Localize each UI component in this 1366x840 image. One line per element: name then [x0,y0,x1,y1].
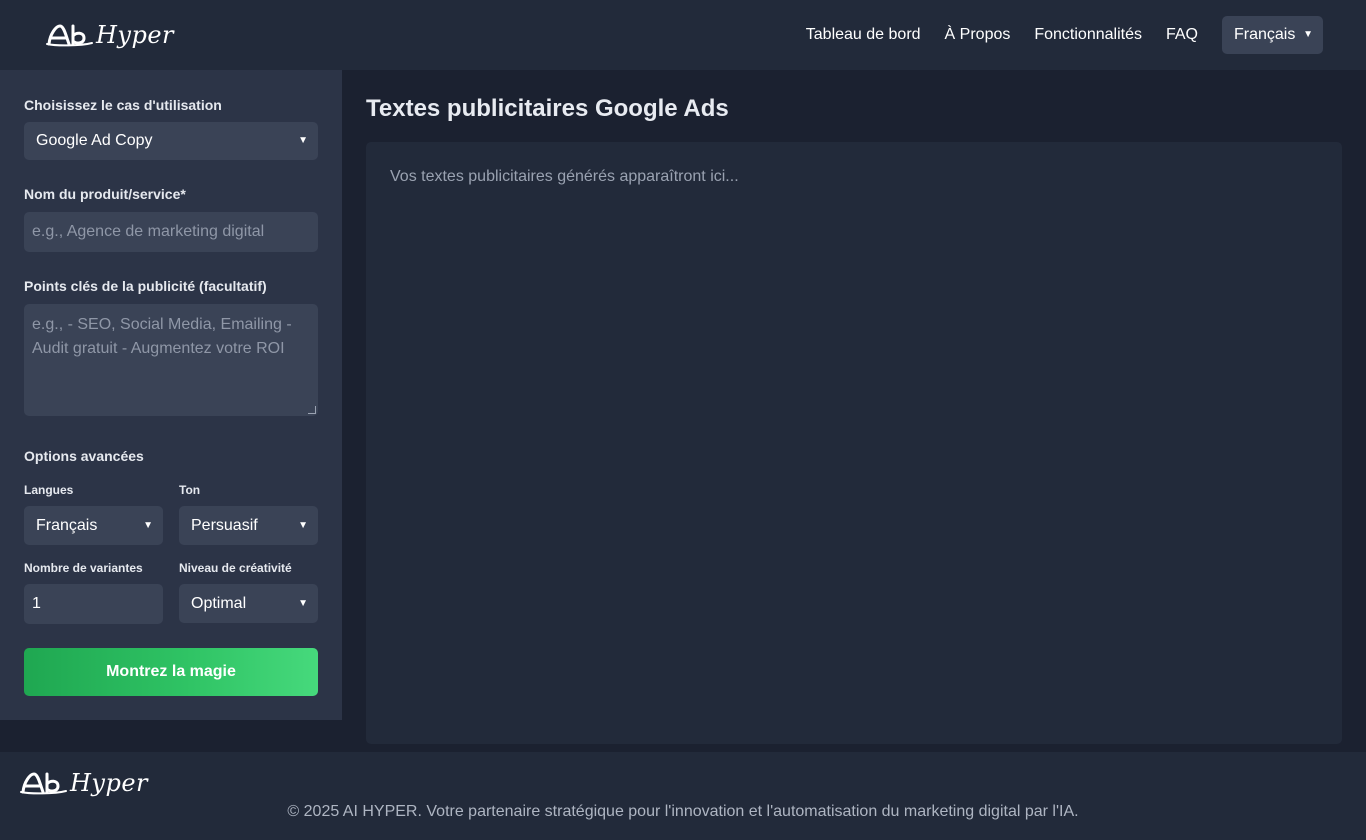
chevron-down-icon: ▼ [298,519,308,531]
footer: Hyper © 2025 AI HYPER. Votre partenaire … [0,752,1366,840]
language-select[interactable]: Français ▼ [1222,16,1323,54]
sidebar-form: Choisissez le cas d'utilisation Google A… [0,70,342,720]
logo[interactable]: Hyper [46,22,174,48]
page-title: Textes publicitaires Google Ads [366,95,729,122]
creativity-value: Optimal [191,594,247,612]
generate-button[interactable]: Montrez la magie [24,648,318,696]
use-case-label: Choisissez le cas d'utilisation [24,97,222,113]
chevron-down-icon: ▼ [298,597,308,609]
variants-value: 1 [32,595,41,612]
logo-text: Hyper [96,21,175,49]
key-points-textarea[interactable]: e.g., - SEO, Social Media, Emailing - Au… [24,304,318,416]
language-select-value: Français [1234,26,1296,43]
nav-about[interactable]: À Propos [945,26,1011,44]
footer-copyright: © 2025 AI HYPER. Votre partenaire straté… [287,803,1079,820]
main-nav: Tableau de bord À Propos Fonctionnalités… [806,16,1323,54]
tone-value: Persuasif [191,516,258,534]
nav-dashboard[interactable]: Tableau de bord [806,26,921,44]
output-panel[interactable]: Vos textes publicitaires générés apparaî… [366,142,1342,744]
output-placeholder: Vos textes publicitaires générés apparaî… [390,168,739,185]
languages-value: Français [36,516,98,534]
languages-label: Langues [24,483,74,497]
top-header: Hyper Tableau de bord À Propos Fonctionn… [0,0,1366,70]
tone-label: Ton [179,483,201,497]
advanced-options-label: Options avancées [24,448,144,464]
chevron-down-icon: ▼ [1303,29,1313,40]
ai-logo-icon [20,772,67,795]
product-label: Nom du produit/service* [24,186,186,202]
variants-label: Nombre de variantes [24,561,143,575]
tone-select[interactable]: Persuasif ▼ [179,506,318,545]
variants-input[interactable]: 1 [24,584,163,624]
key-points-placeholder: e.g., - SEO, Social Media, Emailing - Au… [32,316,292,357]
creativity-select[interactable]: Optimal ▼ [179,584,318,623]
footer-logo-text: Hyper [70,769,149,797]
use-case-value: Google Ad Copy [36,132,153,149]
nav-features[interactable]: Fonctionnalités [1034,26,1142,44]
creativity-label: Niveau de créativité [179,561,292,575]
resize-handle-icon[interactable] [308,406,316,414]
nav-faq[interactable]: FAQ [1166,26,1198,44]
chevron-down-icon: ▼ [298,135,308,146]
footer-logo[interactable]: Hyper [20,770,148,796]
chevron-down-icon: ▼ [143,519,153,531]
key-points-label: Points clés de la publicité (facultatif) [24,278,267,294]
use-case-select[interactable]: Google Ad Copy ▼ [24,122,318,160]
product-placeholder: e.g., Agence de marketing digital [32,223,265,240]
product-input[interactable]: e.g., Agence de marketing digital [24,212,318,252]
ai-logo-icon [46,24,93,47]
languages-select[interactable]: Français ▼ [24,506,163,545]
